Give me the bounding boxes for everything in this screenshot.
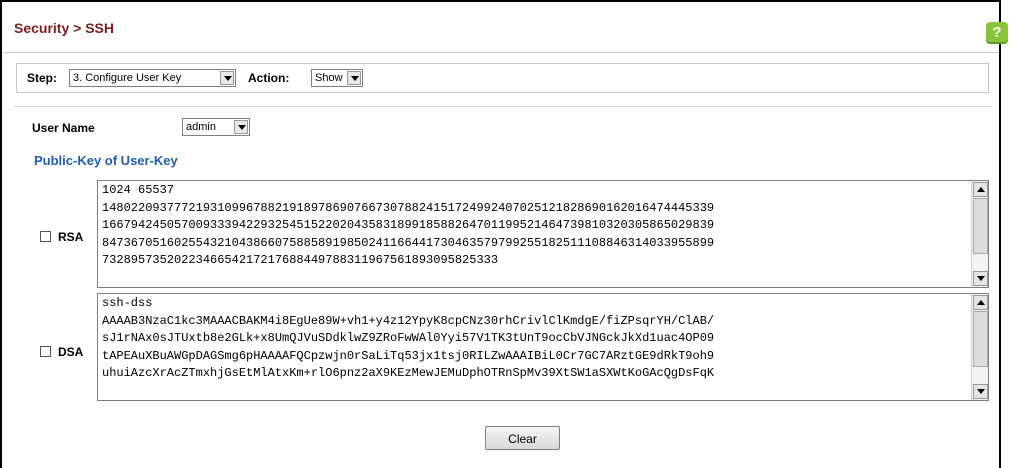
- user-name-select[interactable]: admin: [182, 118, 250, 136]
- scroll-up-icon[interactable]: [973, 182, 988, 197]
- rsa-checkbox[interactable]: [40, 231, 51, 242]
- step-select-value: 3. Configure User Key: [73, 72, 182, 84]
- scroll-thumb[interactable]: [973, 198, 988, 254]
- rsa-scrollbar[interactable]: [971, 181, 988, 287]
- scroll-thumb[interactable]: [973, 311, 988, 367]
- chevron-down-icon: [220, 71, 234, 85]
- help-icon[interactable]: ?: [986, 22, 1008, 44]
- chevron-down-icon: [347, 71, 361, 85]
- action-select-value: Show: [315, 72, 343, 84]
- action-select[interactable]: Show: [311, 69, 363, 87]
- step-action-panel: Step: 3. Configure User Key Action: Show: [16, 63, 989, 93]
- scroll-up-icon[interactable]: [973, 295, 988, 310]
- step-select[interactable]: 3. Configure User Key: [69, 69, 236, 87]
- action-label: Action:: [248, 71, 290, 85]
- dsa-scrollbar[interactable]: [971, 294, 988, 400]
- chevron-down-icon: [234, 120, 248, 134]
- rsa-key-text: 1024 65537 14802209377721931099678821918…: [102, 183, 715, 267]
- rsa-key-textarea[interactable]: 1024 65537 14802209377721931099678821918…: [97, 180, 989, 288]
- dsa-key-textarea[interactable]: ssh-dss AAAAB3NzaC1kc3MAAACBAKM4i8EgUe89…: [97, 293, 989, 401]
- page-title: Security > SSH: [14, 20, 114, 36]
- main-frame: Security > SSH Step: 3. Configure User K…: [0, 0, 1001, 468]
- title-bar: Security > SSH: [4, 4, 999, 53]
- dsa-checkbox[interactable]: [40, 346, 51, 357]
- scroll-down-icon[interactable]: [973, 271, 988, 286]
- dsa-label: DSA: [58, 345, 84, 359]
- step-label: Step:: [27, 71, 57, 85]
- section-title-public-key: Public-Key of User-Key: [34, 153, 178, 168]
- user-name-value: admin: [186, 121, 216, 133]
- rsa-label: RSA: [58, 230, 84, 244]
- scroll-down-icon[interactable]: [973, 384, 988, 399]
- dsa-key-text: ssh-dss AAAAB3NzaC1kc3MAAACBAKM4i8EgUe89…: [102, 296, 715, 380]
- user-name-label: User Name: [32, 121, 95, 135]
- clear-button[interactable]: Clear: [485, 426, 560, 450]
- divider: [14, 106, 992, 107]
